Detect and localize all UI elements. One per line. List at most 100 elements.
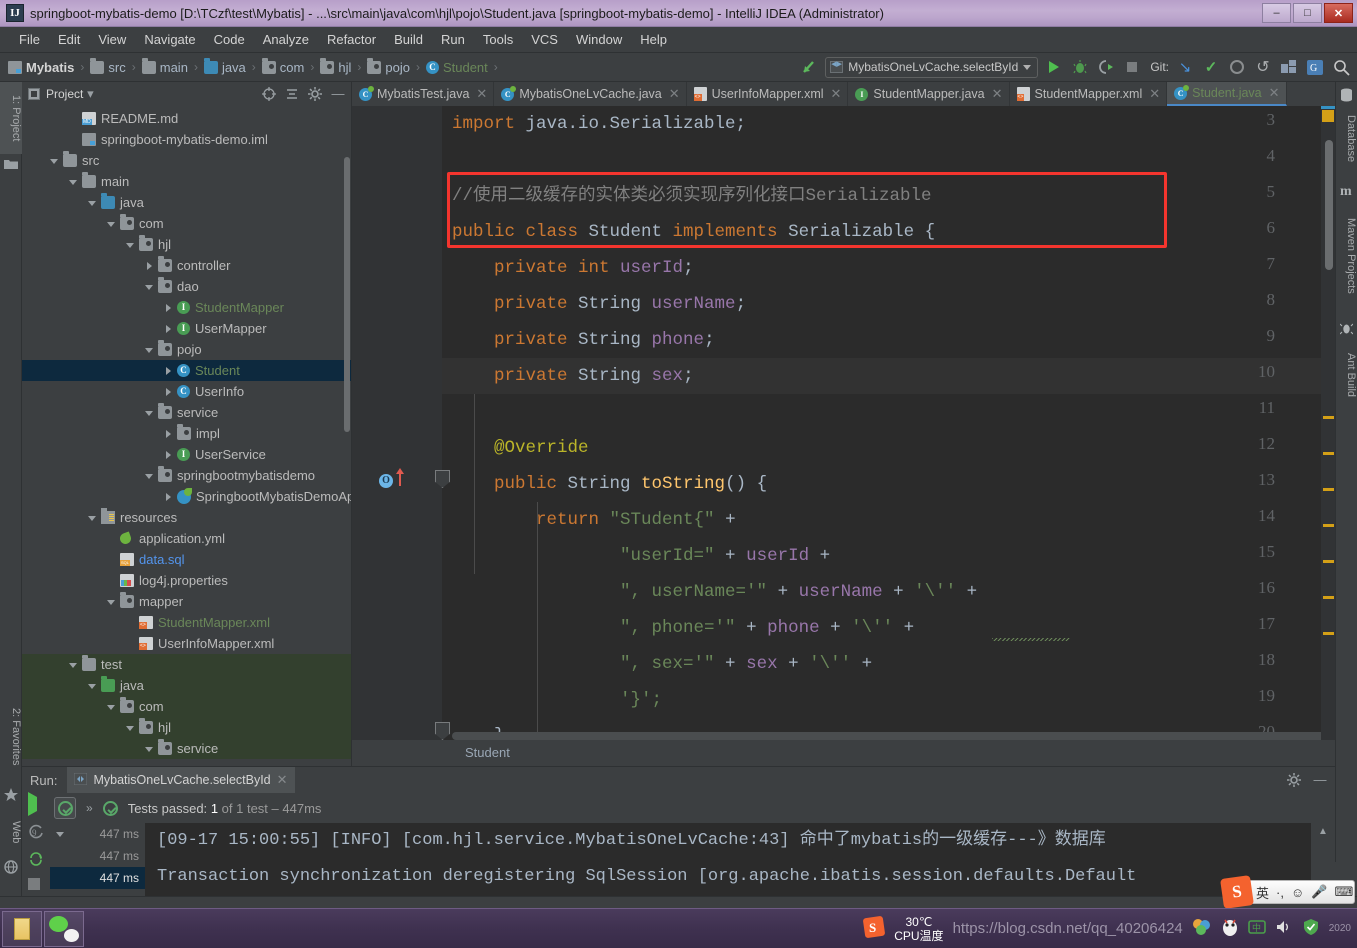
tree-expand-arrow[interactable] bbox=[104, 217, 118, 231]
tree-expand-arrow[interactable] bbox=[104, 574, 118, 588]
tree-expand-arrow[interactable] bbox=[85, 511, 99, 525]
override-method-icon[interactable]: O bbox=[379, 474, 393, 488]
hide-icon[interactable]: — bbox=[331, 87, 345, 101]
breadcrumb-item-com[interactable]: com bbox=[261, 57, 304, 75]
breadcrumb-item-mybatis[interactable]: Mybatis bbox=[8, 60, 74, 75]
code-line[interactable]: private String userName; bbox=[452, 286, 746, 322]
tree-node[interactable]: java bbox=[22, 192, 351, 213]
sidebar-item-web[interactable]: Web bbox=[0, 810, 22, 854]
ime-keyboard-icon[interactable]: ⌨ bbox=[1334, 884, 1353, 900]
test-duration-case[interactable]: 447 ms bbox=[50, 867, 145, 889]
sidebar-item-database[interactable]: Database bbox=[1335, 106, 1357, 172]
menu-run[interactable]: Run bbox=[432, 29, 474, 50]
close-icon[interactable]: ✕ bbox=[992, 86, 1003, 102]
code-text[interactable]: import java.io.Serializable; //使用二级缓存的实体类… bbox=[442, 106, 1335, 740]
menu-navigate[interactable]: Navigate bbox=[135, 29, 204, 50]
menu-build[interactable]: Build bbox=[385, 29, 432, 50]
minimize-button[interactable]: – bbox=[1262, 3, 1291, 23]
sidebar-item-favorites[interactable]: 2: Favorites bbox=[0, 692, 22, 782]
settings-icon[interactable] bbox=[1279, 57, 1299, 77]
run-button[interactable] bbox=[1044, 57, 1064, 77]
menu-analyze[interactable]: Analyze bbox=[254, 29, 318, 50]
editor-tab[interactable]: I StudentMapper.java ✕ bbox=[848, 82, 1010, 106]
wechat-icon[interactable] bbox=[44, 910, 84, 947]
editor-breadcrumb[interactable]: Student bbox=[352, 740, 1335, 764]
close-icon[interactable]: ✕ bbox=[1149, 86, 1160, 102]
commit-icon[interactable]: ✓ bbox=[1201, 57, 1221, 77]
ime-emoji-icon[interactable]: ☺ bbox=[1291, 885, 1304, 900]
qq-icon[interactable] bbox=[1221, 917, 1239, 940]
tree-node[interactable]: dao bbox=[22, 276, 351, 297]
code-line[interactable]: import java.io.Serializable; bbox=[452, 106, 746, 142]
cpu-temperature-widget[interactable]: 30℃ CPU温度 bbox=[894, 915, 943, 943]
editor-tab[interactable]: StudentMapper.xml ✕ bbox=[1009, 82, 1168, 106]
expand-icon[interactable]: » bbox=[86, 801, 93, 815]
code-line[interactable]: private String sex; bbox=[452, 358, 694, 394]
tree-expand-arrow[interactable] bbox=[85, 679, 99, 693]
tree-node[interactable]: I UserService bbox=[22, 444, 351, 465]
tree-node[interactable]: impl bbox=[22, 423, 351, 444]
tree-expand-arrow[interactable] bbox=[47, 154, 61, 168]
tree-node[interactable]: springboot-mybatis-demo.iml bbox=[22, 129, 351, 150]
tree-expand-arrow[interactable] bbox=[161, 448, 175, 462]
file-explorer-icon[interactable] bbox=[2, 910, 42, 947]
close-icon[interactable]: ✕ bbox=[277, 772, 288, 788]
shield-icon[interactable] bbox=[1302, 918, 1320, 939]
tree-expand-arrow[interactable] bbox=[104, 532, 118, 546]
sidebar-item-project[interactable]: 1: Project bbox=[0, 82, 22, 154]
back-arrow-icon[interactable] bbox=[799, 57, 819, 77]
test-duration-root[interactable]: 447 ms bbox=[50, 823, 145, 845]
menu-vcs[interactable]: VCS bbox=[522, 29, 567, 50]
tree-expand-arrow[interactable] bbox=[142, 343, 156, 357]
tree-expand-arrow[interactable] bbox=[142, 280, 156, 294]
search-icon[interactable] bbox=[1331, 57, 1351, 77]
tree-node[interactable]: I StudentMapper bbox=[22, 297, 351, 318]
tree-node[interactable]: mapper bbox=[22, 591, 351, 612]
tree-node[interactable]: java bbox=[22, 675, 351, 696]
tree-node[interactable]: UserInfoMapper.xml bbox=[22, 633, 351, 654]
tree-expand-arrow[interactable] bbox=[66, 112, 80, 126]
code-line[interactable]: //使用二级缓存的实体类必须实现序列化接口Serializable bbox=[452, 178, 932, 214]
rerun-icon[interactable] bbox=[28, 792, 44, 816]
history-icon[interactable] bbox=[1227, 57, 1247, 77]
tree-node[interactable]: application.yml bbox=[22, 528, 351, 549]
breadcrumb-item-pojo[interactable]: pojo bbox=[367, 57, 410, 75]
sidebar-item-maven-projects[interactable]: Maven Projects bbox=[1335, 204, 1357, 308]
tree-expand-arrow[interactable] bbox=[142, 406, 156, 420]
project-tree[interactable]: README.mdspringboot-mybatis-demo.imlsrcm… bbox=[22, 106, 351, 766]
run-tab[interactable]: MybatisOneLvCache.selectById ✕ bbox=[67, 767, 295, 793]
menu-view[interactable]: View bbox=[89, 29, 135, 50]
stop-button[interactable] bbox=[1122, 57, 1142, 77]
editor-tab[interactable]: UserInfoMapper.xml ✕ bbox=[686, 82, 849, 106]
tree-expand-arrow[interactable] bbox=[66, 658, 80, 672]
tree-expand-arrow[interactable] bbox=[104, 700, 118, 714]
run-configuration-selector[interactable]: MybatisOneLvCache.selectById bbox=[825, 56, 1039, 78]
editor-horizontal-scrollbar[interactable] bbox=[452, 732, 1335, 740]
tree-node[interactable]: resources bbox=[22, 507, 351, 528]
tree-expand-arrow[interactable] bbox=[161, 490, 175, 504]
tree-node[interactable]: com bbox=[22, 213, 351, 234]
ime-lang-toggle[interactable]: 英 bbox=[1256, 883, 1269, 902]
debug-button[interactable] bbox=[1070, 57, 1090, 77]
menu-file[interactable]: File bbox=[10, 29, 49, 50]
editor-marker-bar[interactable] bbox=[1321, 106, 1335, 740]
close-icon[interactable]: ✕ bbox=[1269, 85, 1280, 101]
stop-icon[interactable] bbox=[28, 878, 44, 894]
code-line[interactable]: private String phone; bbox=[452, 322, 715, 358]
tree-expand-arrow[interactable] bbox=[123, 637, 137, 651]
sogou-ime-icon[interactable]: S bbox=[1220, 875, 1254, 909]
maximize-button[interactable]: □ bbox=[1293, 3, 1322, 23]
code-line[interactable]: ", phone='" + phone + '\'' + bbox=[452, 610, 914, 646]
tree-expand-arrow[interactable] bbox=[66, 133, 80, 147]
volume-icon[interactable] bbox=[1275, 919, 1293, 938]
tree-node[interactable]: README.md bbox=[22, 108, 351, 129]
gear-icon[interactable] bbox=[1287, 773, 1301, 787]
menu-tools[interactable]: Tools bbox=[474, 29, 522, 50]
ime-punctuation-toggle[interactable]: ·, bbox=[1276, 885, 1284, 900]
tree-node[interactable]: pojo bbox=[22, 339, 351, 360]
test-tree-durations[interactable]: 447 ms 447 ms 447 ms bbox=[50, 823, 145, 899]
breadcrumb-item-hjl[interactable]: hjl bbox=[320, 57, 351, 75]
chevron-down-icon[interactable]: ▾ bbox=[83, 87, 97, 101]
code-line[interactable]: "userId=" + userId + bbox=[452, 538, 830, 574]
editor-tab[interactable]: C MybatisOneLvCache.java ✕ bbox=[494, 82, 687, 106]
